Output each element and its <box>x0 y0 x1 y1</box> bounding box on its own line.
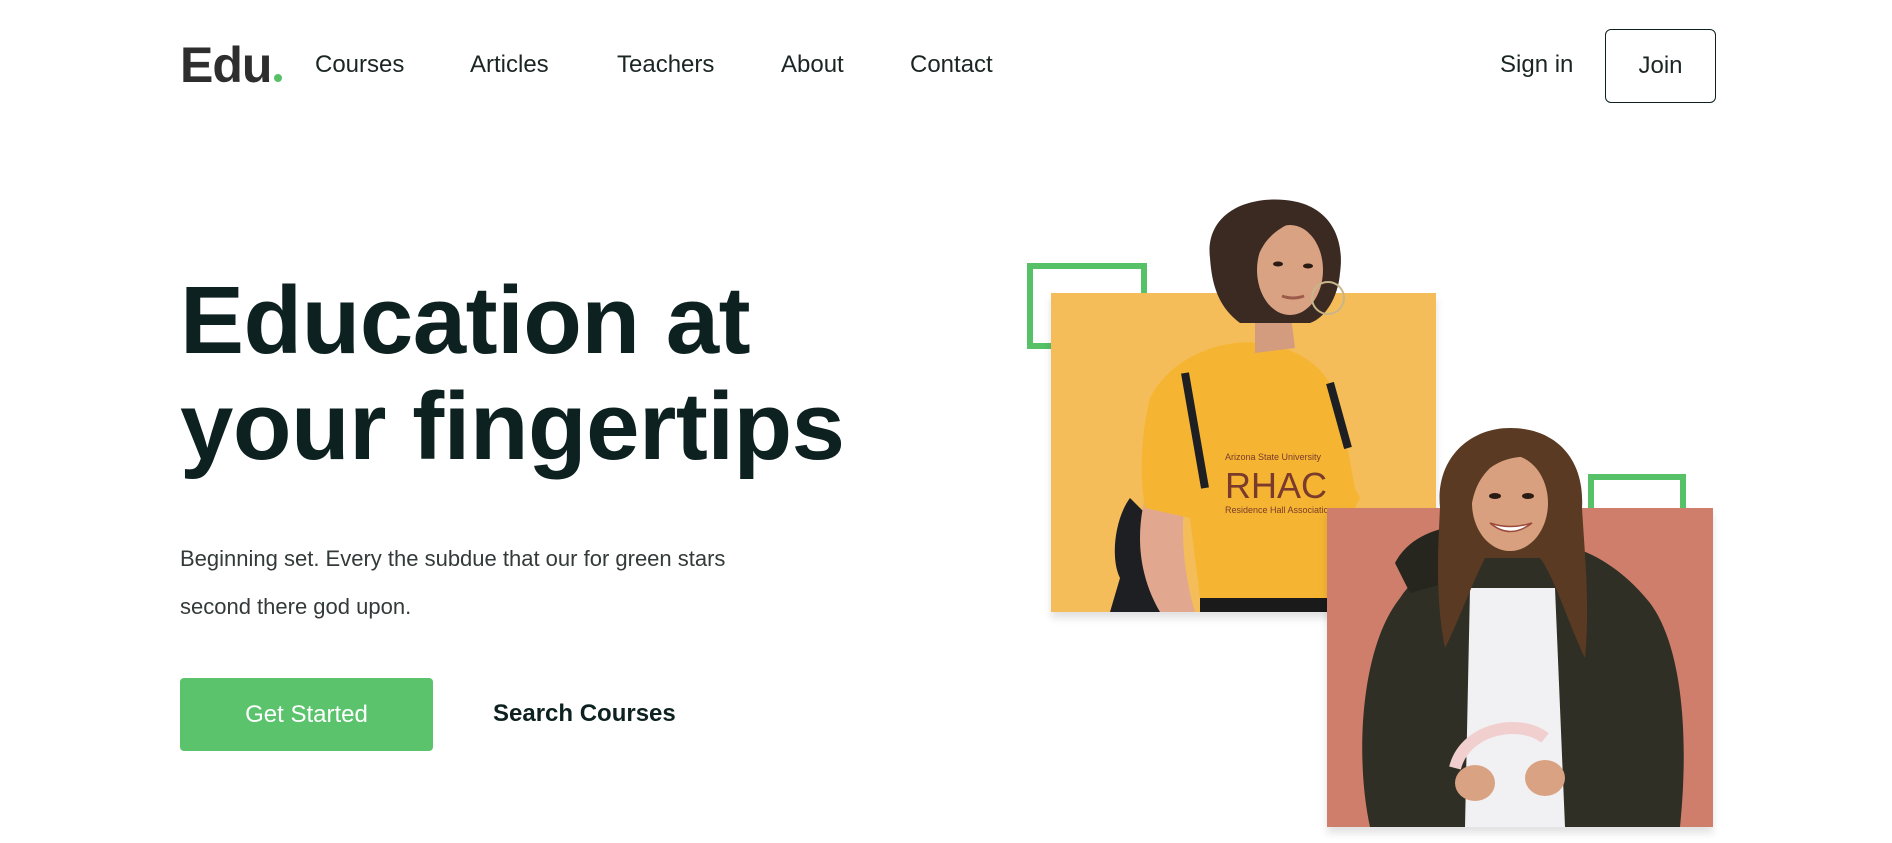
hero-headline: Education at your fingertips <box>180 268 845 480</box>
sign-in-link[interactable]: Sign in <box>1500 50 1573 80</box>
shirt-text-top: Arizona State University <box>1225 452 1322 462</box>
nav-teachers[interactable]: Teachers <box>617 50 714 80</box>
landing-page: Edu Courses Articles Teachers About Cont… <box>0 0 1892 843</box>
hero-headline-line-1: Education at <box>180 267 751 374</box>
nav-contact[interactable]: Contact <box>910 50 993 80</box>
hero-description-line-1: Beginning set. Every the subdue that our… <box>180 546 726 571</box>
nav-courses[interactable]: Courses <box>315 50 404 80</box>
nav-about[interactable]: About <box>781 50 844 80</box>
shirt-text-main: RHAC <box>1225 465 1327 506</box>
brand-dot-icon <box>274 74 283 82</box>
brand-logo[interactable]: Edu <box>180 37 283 93</box>
student-photo-2 <box>1362 428 1684 827</box>
brand-name: Edu <box>180 37 272 93</box>
join-button[interactable]: Join <box>1605 29 1716 103</box>
shirt-text-bottom: Residence Hall Association <box>1225 505 1334 515</box>
get-started-button[interactable]: Get Started <box>180 678 433 751</box>
hero-description: Beginning set. Every the subdue that our… <box>180 535 860 631</box>
hero-headline-line-2: your fingertips <box>180 373 845 480</box>
hero-description-line-2: second there god upon. <box>180 594 412 619</box>
nav-articles[interactable]: Articles <box>470 50 549 80</box>
search-courses-button[interactable]: Search Courses <box>493 699 676 729</box>
